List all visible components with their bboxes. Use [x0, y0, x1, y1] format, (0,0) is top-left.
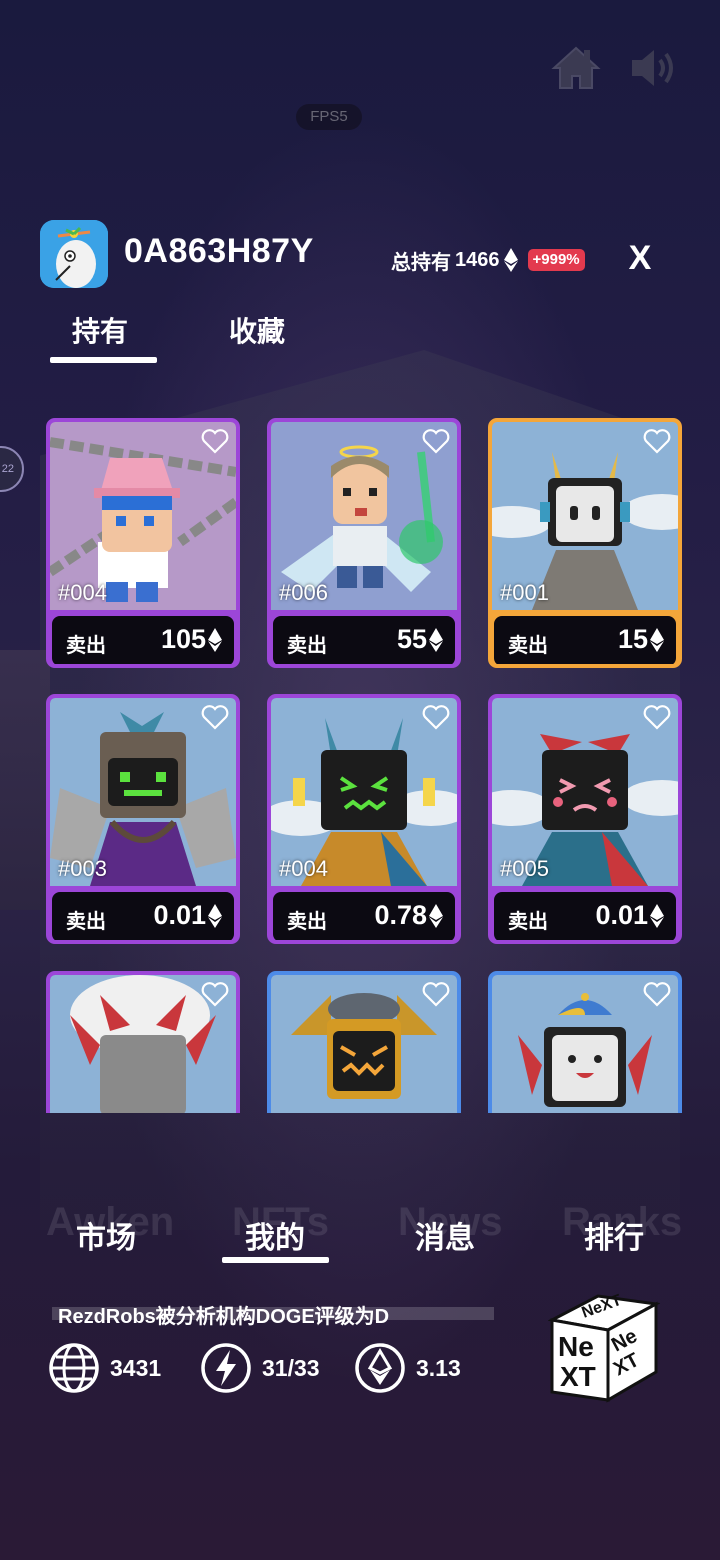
heart-icon[interactable] — [200, 979, 230, 1009]
eth-icon — [429, 903, 443, 928]
sell-button[interactable]: 卖出 — [508, 905, 548, 934]
nft-card[interactable] — [488, 971, 682, 1113]
nft-card[interactable]: #005 卖出 0.01 — [488, 694, 682, 944]
holdings-change-badge: +999% — [527, 249, 585, 271]
nav-ranking[interactable]: 排行 — [554, 1213, 674, 1257]
nft-card[interactable]: #001 卖出 15 — [488, 418, 682, 668]
sell-bar[interactable]: 卖出 0.01 — [494, 892, 676, 940]
price-value: 0.78 — [374, 900, 427, 930]
sell-button[interactable]: 卖出 — [66, 905, 106, 934]
eth-icon — [208, 627, 222, 652]
sell-bar[interactable]: 卖出 55 — [273, 616, 455, 664]
sell-button[interactable]: 卖出 — [508, 629, 548, 658]
price-value: 105 — [160, 624, 206, 654]
stat-globe: 3431 — [48, 1342, 161, 1394]
heart-icon[interactable] — [421, 979, 451, 1009]
globe-icon — [49, 1343, 99, 1393]
heart-icon[interactable] — [421, 702, 451, 732]
stat-energy-value: 31/33 — [262, 1354, 320, 1381]
nft-id: #004 — [58, 580, 107, 605]
holdings-label: 总持有 — [391, 251, 451, 274]
price: 0.78 — [374, 900, 443, 931]
nft-grid[interactable]: #004 卖出 105 #006 卖出 55 #001 卖出 15 #003 卖… — [46, 418, 682, 1113]
stat-eth: 3.13 — [354, 1342, 461, 1394]
heart-icon[interactable] — [642, 979, 672, 1009]
svg-text:XT: XT — [560, 1361, 596, 1392]
holdings-summary: 总持有 1466 +999% — [391, 246, 585, 274]
tab-favorites[interactable]: 收藏 — [229, 310, 285, 350]
speaker-icon[interactable] — [628, 42, 680, 94]
heart-icon[interactable] — [200, 426, 230, 456]
price: 0.01 — [595, 900, 664, 931]
close-button[interactable]: X — [622, 236, 658, 280]
avatar[interactable] — [40, 220, 108, 288]
heart-icon[interactable] — [200, 702, 230, 732]
next-logo[interactable]: Ne XT Ne XT NeXT — [547, 1292, 661, 1404]
eth-icon — [503, 248, 518, 272]
sell-button[interactable]: 卖出 — [287, 629, 327, 658]
home-icon[interactable] — [550, 42, 602, 94]
nav-messages[interactable]: 消息 — [385, 1213, 505, 1257]
sell-button[interactable]: 卖出 — [66, 629, 106, 658]
sell-bar[interactable]: 卖出 105 — [52, 616, 234, 664]
lightning-icon — [201, 1343, 251, 1393]
holdings-value: 1466 — [455, 248, 500, 271]
nft-card[interactable]: #006 卖出 55 — [267, 418, 461, 668]
nft-card[interactable] — [46, 971, 240, 1113]
price: 15 — [618, 624, 664, 655]
sell-button[interactable]: 卖出 — [287, 905, 327, 934]
price-value: 55 — [396, 624, 427, 654]
nft-id: #003 — [58, 856, 107, 881]
nft-card[interactable]: #004 卖出 0.78 — [267, 694, 461, 944]
price-value: 15 — [617, 624, 648, 654]
nav-mine[interactable]: 我的 — [215, 1213, 335, 1257]
nft-id: #005 — [500, 856, 549, 881]
price: 55 — [397, 624, 443, 655]
stat-energy: 31/33 — [200, 1342, 320, 1394]
nft-card[interactable] — [267, 971, 461, 1113]
heart-icon[interactable] — [642, 426, 672, 456]
price-value: 0.01 — [153, 900, 206, 930]
nft-id: #004 — [279, 856, 328, 881]
heart-icon[interactable] — [642, 702, 672, 732]
tab-active-indicator — [50, 357, 157, 363]
nft-id: #001 — [500, 580, 549, 605]
eth-icon — [429, 627, 443, 652]
nav-active-indicator — [222, 1257, 329, 1263]
username: 0A863H87Y — [124, 232, 314, 270]
stat-eth-value: 3.13 — [416, 1354, 461, 1381]
stat-globe-value: 3431 — [110, 1354, 162, 1381]
eth-icon — [650, 627, 664, 652]
nft-card[interactable]: #004 卖出 105 — [46, 418, 240, 668]
sell-bar[interactable]: 卖出 15 — [494, 616, 676, 664]
background-shelf — [0, 650, 50, 910]
news-ticker[interactable]: RezdRobs被分析机构DOGE评级为D — [58, 1300, 389, 1329]
heart-icon[interactable] — [421, 426, 451, 456]
svg-text:Ne: Ne — [558, 1331, 594, 1362]
price-value: 0.01 — [595, 900, 648, 930]
eth-icon — [208, 903, 222, 928]
eth-icon — [650, 903, 664, 928]
price: 0.01 — [153, 900, 222, 931]
nav-market[interactable]: 市场 — [46, 1213, 166, 1257]
sell-bar[interactable]: 卖出 0.78 — [273, 892, 455, 940]
sell-bar[interactable]: 卖出 0.01 — [52, 892, 234, 940]
fps-indicator: FPS5 — [296, 104, 362, 130]
tab-holding[interactable]: 持有 — [72, 310, 128, 350]
eth-circle-icon — [355, 1343, 405, 1393]
nft-id: #006 — [279, 580, 328, 605]
nft-card[interactable]: #003 卖出 0.01 — [46, 694, 240, 944]
price: 105 — [161, 624, 222, 655]
